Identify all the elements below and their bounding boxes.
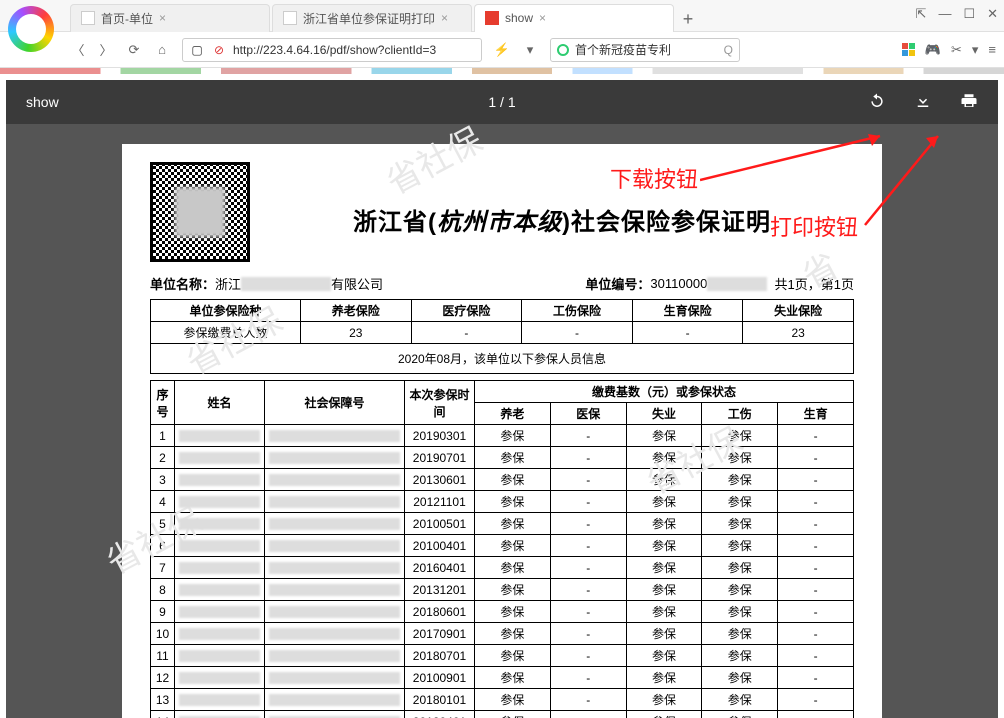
arrow-print	[860, 130, 980, 230]
meta-row: 单位名称： 浙江 有限公司 单位编号： 30110000 共1页，第1页	[150, 274, 854, 293]
block-icon: ⊘	[211, 42, 227, 58]
page-icon	[81, 11, 95, 25]
search-icon[interactable]: Q	[724, 43, 733, 57]
back-icon[interactable]: 〈	[70, 42, 86, 58]
dropdown-icon[interactable]: ▾	[522, 42, 538, 58]
summary-table: 单位参保险种养老保险医疗保险工伤保险生育保险失业保险参保缴费总人数23---23…	[150, 299, 854, 374]
toolbar: 〈 〉 ⟳ ⌂ ▢ ⊘ http://223.4.64.16/pdf/show?…	[0, 32, 1004, 68]
annotation-download: 下载按钮	[610, 162, 698, 194]
close-icon[interactable]: ×	[159, 11, 166, 25]
forward-icon[interactable]: 〉	[98, 42, 114, 58]
rotate-icon[interactable]	[868, 92, 886, 113]
page-icon	[283, 11, 297, 25]
pdf-title: show	[26, 94, 59, 110]
redacted	[707, 277, 767, 291]
tab-home[interactable]: 首页-单位 ×	[70, 4, 270, 32]
redacted	[241, 277, 331, 291]
pdf-toolbar: show 1 / 1	[6, 80, 998, 124]
page-icon	[485, 11, 499, 25]
tab-strip: 首页-单位 × 浙江省单位参保证明打印 × show × +	[70, 0, 700, 32]
home-icon[interactable]: ⌂	[154, 42, 170, 58]
game-icon[interactable]: 🎮	[925, 42, 941, 58]
tab-show[interactable]: show ×	[474, 4, 674, 32]
close-icon[interactable]: ×	[539, 11, 546, 25]
url-text: http://223.4.64.16/pdf/show?clientId=3	[233, 43, 436, 57]
flash-icon[interactable]: ⚡	[494, 42, 510, 58]
restore-icon[interactable]: ⇱	[916, 6, 927, 22]
annotation-print: 打印按钮	[770, 210, 858, 242]
menu-icon[interactable]: ≡	[988, 42, 996, 57]
reload-icon[interactable]: ⟳	[126, 42, 142, 58]
window-controls: ⇱ — ☐ ✕	[916, 6, 998, 22]
tab-cert[interactable]: 浙江省单位参保证明打印 ×	[272, 4, 472, 32]
tab-label: 首页-单位	[101, 10, 153, 27]
shield-icon: ▢	[189, 42, 205, 58]
apps-icon[interactable]	[902, 43, 915, 56]
scissors-icon[interactable]: ✂	[951, 42, 962, 58]
maximize-icon[interactable]: ☐	[963, 6, 975, 22]
new-tab-button[interactable]: +	[676, 8, 700, 32]
page-indicator: 1 / 1	[488, 94, 515, 110]
print-icon[interactable]	[960, 92, 978, 113]
bookmark-strip	[0, 68, 1004, 74]
browser-logo-icon	[8, 6, 54, 52]
detail-table: 序号姓名社会保障号本次参保时间缴费基数（元）或参保状态养老医保失业工伤生育120…	[150, 380, 854, 718]
more-icon[interactable]: ▾	[972, 42, 979, 58]
tab-label: show	[505, 11, 533, 25]
search-box[interactable]: 首个新冠疫苗专利 Q	[550, 38, 740, 62]
titlebar: 首页-单位 × 浙江省单位参保证明打印 × show × + ⇱ — ☐ ✕	[0, 0, 1004, 32]
close-icon[interactable]: ×	[441, 11, 448, 25]
close-window-icon[interactable]: ✕	[987, 6, 998, 22]
download-icon[interactable]	[914, 92, 932, 113]
minimize-icon[interactable]: —	[938, 6, 951, 22]
search-engine-icon	[557, 44, 569, 56]
search-text: 首个新冠疫苗专利	[575, 41, 671, 58]
tab-label: 浙江省单位参保证明打印	[303, 10, 435, 27]
unit-name-label: 单位名称：	[150, 274, 215, 293]
pdf-page: 省社保 省社保 省社保 省社保 省 浙江省(杭州市本级)社会保险参保证明 单位名…	[122, 144, 882, 718]
unit-code-label: 单位编号：	[585, 274, 650, 293]
qr-code	[150, 162, 250, 262]
address-bar[interactable]: ▢ ⊘ http://223.4.64.16/pdf/show?clientId…	[182, 38, 482, 62]
